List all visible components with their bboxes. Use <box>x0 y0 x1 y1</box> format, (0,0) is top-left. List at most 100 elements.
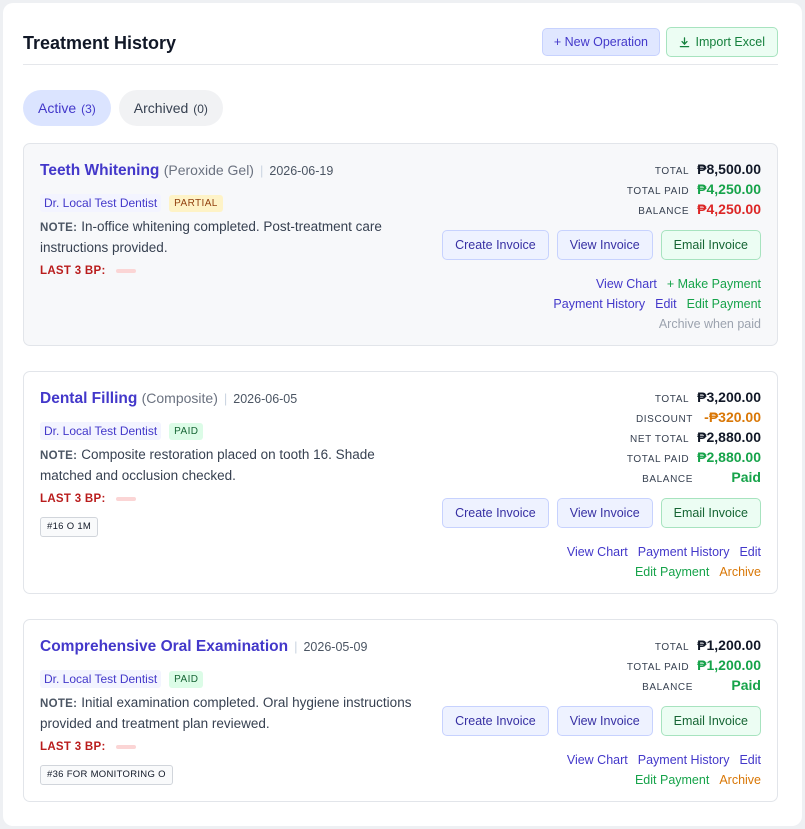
view-invoice-button[interactable]: View Invoice <box>556 498 653 528</box>
invoice-actions: Create Invoice View Invoice Email Invoic… <box>442 498 761 528</box>
discount-value: -₱320.00 <box>704 409 761 425</box>
treatment-note: NOTE: Composite restoration placed on too… <box>40 445 430 486</box>
invoice-actions: Create Invoice View Invoice Email Invoic… <box>442 706 761 736</box>
tab-count: (3) <box>81 102 96 116</box>
bp-indicator <box>115 269 136 273</box>
procedure-name[interactable]: Comprehensive Oral Examination <box>40 638 288 655</box>
payment-history-link[interactable]: Payment History <box>638 750 730 770</box>
total-paid-label: TOTAL PAID <box>626 662 690 673</box>
status-badge: PARTIAL <box>169 194 223 212</box>
note-label: NOTE: <box>40 222 78 234</box>
total-value: ₱1,200.00 <box>697 637 761 653</box>
dentist-name: Dr. Local Test Dentist <box>40 670 162 688</box>
email-invoice-button[interactable]: Email Invoice <box>660 230 761 260</box>
tooth-tag: #16 O 1M <box>40 517 99 537</box>
procedure-material: (Peroxide Gel) <box>163 162 254 178</box>
balance-label: BALANCE <box>642 474 693 485</box>
tab-active[interactable]: Active (3) <box>23 90 111 126</box>
email-invoice-button[interactable]: Email Invoice <box>660 706 761 736</box>
note-label: NOTE: <box>40 450 78 462</box>
net-total-value: ₱2,880.00 <box>697 429 761 445</box>
payment-history-link[interactable]: Payment History <box>553 294 645 314</box>
status-badge: PAID <box>169 670 204 688</box>
dentist-name: Dr. Local Test Dentist <box>40 194 162 212</box>
procedure-heading: Dental Filling (Composite) | 2026-06-05 <box>40 390 297 408</box>
bp-indicator <box>115 745 136 749</box>
create-invoice-button[interactable]: Create Invoice <box>442 498 549 528</box>
procedure-heading: Comprehensive Oral Examination | 2026-05-0… <box>40 638 367 656</box>
new-operation-button[interactable]: + New Operation <box>541 28 660 56</box>
billing-summary: TOTAL ₱8,500.00 TOTAL PAID ₱4,250.00 BALAN… <box>627 161 761 221</box>
edit-link[interactable]: Edit <box>739 542 761 562</box>
download-icon <box>679 36 689 47</box>
last-bp-label: LAST 3 BP: <box>40 741 106 753</box>
tooth-tag: #36 FOR MONITORING O <box>40 765 173 785</box>
create-invoice-button[interactable]: Create Invoice <box>442 706 549 736</box>
total-label: TOTAL <box>654 642 690 653</box>
status-badge: PAID <box>169 422 204 440</box>
last-bp: LAST 3 BP: <box>40 741 136 753</box>
import-excel-button[interactable]: Import Excel <box>665 27 778 57</box>
email-invoice-button[interactable]: Email Invoice <box>660 498 761 528</box>
edit-payment-link[interactable]: Edit Payment <box>687 294 761 314</box>
procedure-material: (Composite) <box>141 390 218 406</box>
view-chart-link[interactable]: View Chart <box>567 542 628 562</box>
tab-label: Archived <box>133 100 189 116</box>
note-text: Composite restoration placed on tooth 16… <box>40 447 375 483</box>
edit-payment-link[interactable]: Edit Payment <box>635 562 709 582</box>
last-bp: LAST 3 BP: <box>40 265 136 277</box>
dentist-row: Dr. Local Test Dentist PAID <box>40 670 204 688</box>
total-label: TOTAL <box>654 394 690 405</box>
dentist-name: Dr. Local Test Dentist <box>40 422 162 440</box>
balance-label: BALANCE <box>642 682 693 693</box>
treatment-history-panel: Treatment History + New Operation Import… <box>3 3 802 826</box>
payment-history-link[interactable]: Payment History <box>638 542 730 562</box>
archive-link[interactable]: Archive <box>719 770 761 790</box>
record-links: View Chart + Make Payment Payment History… <box>553 274 761 334</box>
header: Treatment History + New Operation Import… <box>23 27 778 65</box>
last-bp-label: LAST 3 BP: <box>40 493 106 505</box>
view-invoice-button[interactable]: View Invoice <box>556 230 653 260</box>
divider: | <box>294 639 298 654</box>
view-chart-link[interactable]: View Chart <box>567 750 628 770</box>
view-invoice-button[interactable]: View Invoice <box>556 706 653 736</box>
bp-indicator <box>115 497 136 501</box>
treatment-card: Dental Filling (Composite) | 2026-06-05 Dr… <box>23 371 778 594</box>
procedure-date: 2026-05-09 <box>303 640 368 654</box>
last-bp: LAST 3 BP: <box>40 493 136 505</box>
total-paid-value: ₱2,880.00 <box>697 449 761 465</box>
treatment-note: NOTE: In-office whitening completed. Post… <box>40 217 430 258</box>
edit-link[interactable]: Edit <box>655 294 677 314</box>
procedure-heading: Teeth Whitening (Peroxide Gel) | 2026-06-1… <box>40 162 333 180</box>
total-paid-label: TOTAL PAID <box>626 186 690 197</box>
view-chart-link[interactable]: View Chart <box>596 274 657 294</box>
status-tabs: Active (3) Archived (0) <box>23 90 223 126</box>
treatment-note: NOTE: Initial examination completed. Oral… <box>40 693 430 734</box>
procedure-date: 2026-06-05 <box>233 392 298 406</box>
total-paid-label: TOTAL PAID <box>626 454 690 465</box>
invoice-actions: Create Invoice View Invoice Email Invoic… <box>442 230 761 260</box>
balance-value: Paid <box>731 469 761 485</box>
balance-label: BALANCE <box>638 206 690 217</box>
note-text: Initial examination completed. Oral hygi… <box>40 695 412 731</box>
balance-value: Paid <box>731 677 761 693</box>
tab-archived[interactable]: Archived (0) <box>118 90 223 126</box>
billing-summary: TOTAL ₱1,200.00 TOTAL PAID ₱1,200.00 BALAN… <box>627 637 761 697</box>
edit-link[interactable]: Edit <box>739 750 761 770</box>
tab-count: (0) <box>193 102 208 116</box>
record-links: View Chart Payment History Edit Edit Payme… <box>567 750 761 790</box>
procedure-name[interactable]: Dental Filling <box>40 390 137 407</box>
edit-payment-link[interactable]: Edit Payment <box>635 770 709 790</box>
treatment-card: Comprehensive Oral Examination | 2026-05-0… <box>23 619 778 802</box>
total-label: TOTAL <box>654 166 690 177</box>
total-value: ₱3,200.00 <box>697 389 761 405</box>
procedure-name[interactable]: Teeth Whitening <box>40 162 159 179</box>
note-text: In-office whitening completed. Post-trea… <box>40 219 382 255</box>
archive-link[interactable]: Archive <box>719 562 761 582</box>
make-payment-link[interactable]: + Make Payment <box>667 274 761 294</box>
import-excel-label: Import Excel <box>695 35 765 49</box>
discount-label: DISCOUNT <box>635 414 693 425</box>
create-invoice-button[interactable]: Create Invoice <box>442 230 549 260</box>
billing-summary: TOTAL ₱3,200.00 DISCOUNT -₱320.00 NET TOTA… <box>627 389 761 489</box>
note-label: NOTE: <box>40 698 78 710</box>
